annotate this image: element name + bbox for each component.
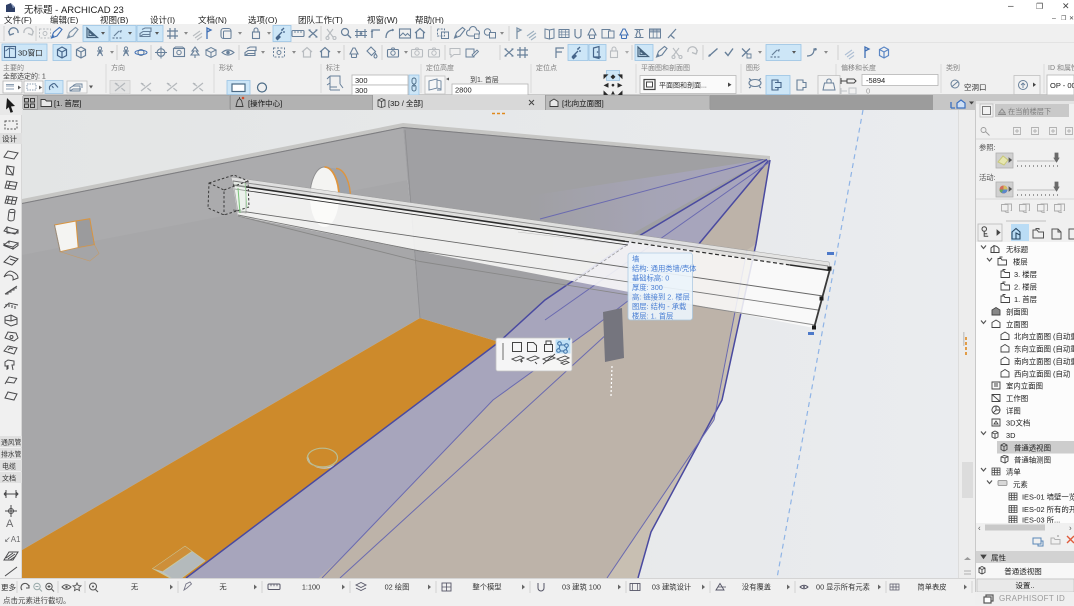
svg-text:OP - 00: OP - 00 xyxy=(1050,81,1074,90)
svg-text:ID 和属性:: ID 和属性: xyxy=(1048,63,1074,72)
svg-text:到1. 首层: 到1. 首层 xyxy=(470,75,499,84)
svg-text:元素: 元素 xyxy=(1013,480,1028,489)
svg-text:▶: ▶ xyxy=(618,82,624,89)
svg-text:主要的: 主要的 xyxy=(3,63,24,72)
svg-text:A: A xyxy=(6,518,14,530)
svg-text:参照:: 参照: xyxy=(979,143,996,152)
svg-text:[1. 首层]: [1. 首层] xyxy=(54,98,82,108)
svg-text:空洞口: 空洞口 xyxy=(964,82,987,92)
svg-text:无标题: 无标题 xyxy=(1006,245,1029,254)
svg-text:全部选定的: 1: 全部选定的: 1 xyxy=(3,72,46,81)
svg-text:楼层: 1. 首层: 楼层: 1. 首层 xyxy=(632,312,673,321)
svg-text:3D窗口: 3D窗口 xyxy=(18,48,43,58)
svg-text:方向: 方向 xyxy=(111,63,125,72)
svg-text:定位高度: 定位高度 xyxy=(426,63,454,72)
svg-text:02 绘图: 02 绘图 xyxy=(385,583,410,592)
svg-text:清单: 清单 xyxy=(1006,467,1021,476)
svg-text:属性: 属性 xyxy=(991,553,1006,563)
svg-text:图形: 图形 xyxy=(746,64,760,72)
svg-text:03 建筑 100: 03 建筑 100 xyxy=(562,583,601,592)
svg-text:2. 楼层: 2. 楼层 xyxy=(1014,282,1037,291)
svg-text:楼层: 楼层 xyxy=(1013,257,1028,266)
svg-text:IES-01 墙壁一览: IES-01 墙壁一览 xyxy=(1022,492,1074,501)
svg-text:定位点: 定位点 xyxy=(536,63,557,72)
svg-text:平面图和剖面...: 平面图和剖面... xyxy=(659,81,707,90)
svg-text:3D文档: 3D文档 xyxy=(1006,418,1030,427)
svg-text:2800: 2800 xyxy=(455,86,472,95)
svg-text:剖面图: 剖面图 xyxy=(1006,307,1028,316)
svg-text:03 建筑设计: 03 建筑设计 xyxy=(652,583,691,592)
svg-text:基础标高: 0: 基础标高: 0 xyxy=(632,274,669,283)
svg-text:[3D / 全部]: [3D / 全部] xyxy=(388,98,423,108)
svg-text:简单表皮: 简单表皮 xyxy=(917,583,946,592)
svg-text:-5894: -5894 xyxy=(866,76,885,85)
svg-text:●: ● xyxy=(611,82,615,89)
svg-text:东向立面图 (自动重: 东向立面图 (自动重 xyxy=(1014,344,1074,353)
svg-text:IES-03 所...: IES-03 所... xyxy=(1022,515,1060,524)
svg-text:西向立面图 (自动: 西向立面图 (自动 xyxy=(1014,369,1070,378)
svg-text:南向立面图 (自动重: 南向立面图 (自动重 xyxy=(1014,357,1074,366)
svg-text:‹: ‹ xyxy=(978,524,981,533)
svg-text:普通透视图: 普通透视图 xyxy=(1004,566,1042,576)
svg-text:活动:: 活动: xyxy=(979,173,996,182)
svg-text:0: 0 xyxy=(866,87,870,96)
svg-text:偏移和长度: 偏移和长度 xyxy=(841,63,876,72)
svg-text:北向立面图 (自动重: 北向立面图 (自动重 xyxy=(1014,332,1074,341)
svg-text:排水管: 排水管 xyxy=(1,450,22,459)
svg-text:电缆: 电缆 xyxy=(2,462,16,471)
svg-text:整个模型: 整个模型 xyxy=(472,583,501,592)
svg-text:墙: 墙 xyxy=(632,255,639,264)
svg-text:结构: 通用类墙/壳体: 结构: 通用类墙/壳体 xyxy=(632,264,697,273)
svg-text:1:100: 1:100 xyxy=(302,583,320,592)
svg-text:3D: 3D xyxy=(1006,431,1015,440)
svg-text:图层: 结构 - 承载: 图层: 结构 - 承载 xyxy=(632,302,687,311)
svg-text:室内立面图: 室内立面图 xyxy=(1006,381,1043,390)
svg-text:通风管: 通风管 xyxy=(1,438,22,447)
svg-text:设计: 设计 xyxy=(2,134,17,144)
svg-text:3. 楼层: 3. 楼层 xyxy=(1014,270,1037,279)
svg-text:300: 300 xyxy=(355,86,368,95)
svg-text:更多: 更多 xyxy=(1,582,16,592)
svg-text:00 显示所有元素: 00 显示所有元素 xyxy=(816,583,870,592)
svg-text:普通轴测图: 普通轴测图 xyxy=(1014,455,1051,464)
svg-text:[北向立面图]: [北向立面图] xyxy=(562,98,604,108)
svg-text:设置..: 设置.. xyxy=(1015,580,1034,590)
svg-text:高: 链接到 2. 楼层: 高: 链接到 2. 楼层 xyxy=(632,293,690,302)
svg-text:详图: 详图 xyxy=(1006,406,1021,415)
svg-text:没有覆盖: 没有覆盖 xyxy=(742,583,771,592)
svg-text:[操作中心]: [操作中心] xyxy=(248,98,282,108)
svg-text:1. 首层: 1. 首层 xyxy=(1014,295,1037,304)
svg-text:形状: 形状 xyxy=(219,63,233,72)
svg-text:标注: 标注 xyxy=(326,63,340,72)
svg-text:文档: 文档 xyxy=(2,474,16,483)
svg-text:类别: 类别 xyxy=(946,63,960,72)
svg-text:IES-02 所有的开: IES-02 所有的开 xyxy=(1022,505,1074,514)
svg-text:◀: ◀ xyxy=(604,82,610,89)
svg-text:工作图: 工作图 xyxy=(1006,394,1028,403)
svg-text:平面图和剖面图: 平面图和剖面图 xyxy=(641,63,690,72)
svg-text:无: 无 xyxy=(131,583,138,592)
svg-text:↙A1: ↙A1 xyxy=(4,535,21,544)
svg-text:厚度: 300: 厚度: 300 xyxy=(632,283,663,292)
svg-text:◥: ◥ xyxy=(618,74,624,81)
svg-text:在当前楼层下: 在当前楼层下 xyxy=(1008,107,1051,116)
svg-text:普通透视图: 普通透视图 xyxy=(1014,443,1051,452)
svg-text:›: › xyxy=(1069,524,1072,533)
svg-text:300: 300 xyxy=(355,76,368,85)
svg-text:立面图: 立面图 xyxy=(1006,320,1028,329)
svg-text:无: 无 xyxy=(219,583,226,592)
